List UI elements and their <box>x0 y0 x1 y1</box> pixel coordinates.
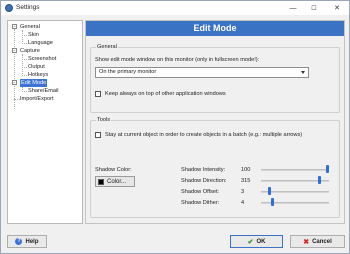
general-group-title: General <box>96 44 118 50</box>
shadow-intensity-track[interactable] <box>261 169 329 171</box>
tree-item-language[interactable]: Language <box>28 39 53 47</box>
tree-item-import-export[interactable]: Import/Export <box>20 95 54 103</box>
ok-button[interactable]: ✔ OK <box>230 235 283 248</box>
minimize-button[interactable]: — <box>285 1 301 15</box>
always-on-top-checkbox[interactable] <box>95 91 101 97</box>
shadow-offset-value: 3 <box>241 189 245 195</box>
tree-connector <box>22 91 27 92</box>
help-icon: ? <box>15 238 23 245</box>
shadow-offset-slider[interactable] <box>267 187 271 195</box>
app-icon <box>5 4 13 12</box>
check-icon: ✔ <box>247 238 254 246</box>
help-button-label: Help <box>25 238 39 245</box>
shadow-color-button-label: Color... <box>107 178 127 185</box>
close-icon: ✖ <box>303 238 310 246</box>
tree-item-output[interactable]: Output <box>28 63 45 71</box>
monitor-select-value: On the primary monitor <box>99 69 157 75</box>
general-group: General Show edit mode window on this mo… <box>90 44 340 113</box>
settings-panel: Edit Mode General Show edit mode window … <box>85 20 345 224</box>
help-button[interactable]: ? Help <box>7 235 47 248</box>
shadow-dither-label: Shadow Dither: <box>181 200 220 206</box>
page-title: Edit Mode <box>86 21 344 36</box>
tools-group: Tools Stay at current object in order to… <box>90 117 340 218</box>
tree-item-skin[interactable]: Skin <box>28 31 39 39</box>
tree-connector <box>22 43 27 44</box>
cancel-button[interactable]: ✖ Cancel <box>290 235 345 248</box>
tree-connector <box>22 59 27 60</box>
shadow-color-label: Shadow Color: <box>95 167 132 173</box>
shadow-intensity-value: 100 <box>241 167 251 173</box>
tree-item-screenshot[interactable]: Screenshot <box>28 55 56 63</box>
title-bar: Settings — ☐ ✕ <box>1 1 349 15</box>
shadow-direction-value: 315 <box>241 178 251 184</box>
shadow-offset-label: Shadow Offset: <box>181 189 220 195</box>
shadow-intensity-slider[interactable] <box>326 165 329 173</box>
stay-on-object-checkbox[interactable] <box>95 132 101 138</box>
close-button[interactable]: ✕ <box>329 1 345 15</box>
shadow-direction-label: Shadow Direction: <box>181 178 227 184</box>
tree-connector <box>22 35 27 36</box>
settings-tree[interactable]: − General Skin Language − Capture Screen… <box>7 20 83 224</box>
tree-item-edit-mode[interactable]: Edit Mode <box>20 79 48 87</box>
shadow-intensity-label: Shadow Intensity: <box>181 167 226 173</box>
tree-item-hotkeys[interactable]: Hotkeys <box>28 71 48 79</box>
tree-connector <box>22 67 27 68</box>
collapse-toggle-edit-mode[interactable]: − <box>12 80 17 85</box>
chevron-down-icon <box>301 71 305 74</box>
tree-connector <box>22 75 27 76</box>
tree-item-capture[interactable]: Capture <box>20 47 40 55</box>
window-title: Settings <box>16 4 40 11</box>
always-on-top-label[interactable]: Keep always on top of other application … <box>105 91 226 97</box>
tree-connector <box>22 54 23 76</box>
collapse-toggle-general[interactable]: − <box>12 24 17 29</box>
tree-item-general[interactable]: General <box>20 23 40 31</box>
shadow-dither-value: 4 <box>241 200 245 206</box>
shadow-dither-slider[interactable] <box>270 198 274 206</box>
tools-group-title: Tools <box>96 117 112 123</box>
stay-on-object-label[interactable]: Stay at current object in order to creat… <box>105 132 302 138</box>
tree-connector <box>14 29 15 109</box>
cancel-button-label: Cancel <box>312 238 332 245</box>
shadow-color-button[interactable]: Color... <box>95 176 135 187</box>
ok-button-label: OK <box>256 238 266 245</box>
shadow-color-swatch <box>98 178 104 185</box>
monitor-select[interactable]: On the primary monitor <box>95 67 309 78</box>
monitor-label: Show edit mode window on this monitor (o… <box>95 57 260 63</box>
settings-window: Settings — ☐ ✕ − General Skin Language −… <box>0 0 350 254</box>
maximize-button[interactable]: ☐ <box>306 1 322 15</box>
shadow-offset-track[interactable] <box>261 191 329 193</box>
shadow-direction-slider[interactable] <box>317 176 321 184</box>
tree-item-share-email[interactable]: Share/Email <box>28 87 58 95</box>
collapse-toggle-capture[interactable]: − <box>12 48 17 53</box>
tree-connector <box>22 30 23 44</box>
